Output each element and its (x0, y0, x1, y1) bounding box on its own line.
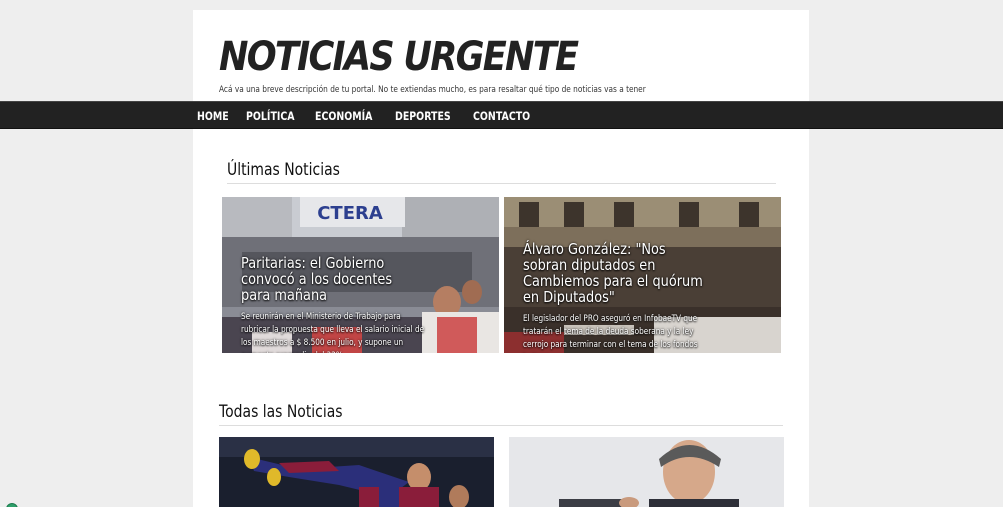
nav-item-home[interactable]: HOME (197, 109, 229, 123)
nav-list: HOME POLÍTICA ECONOMÍA DEPORTES CONTACTO (197, 102, 553, 130)
latest-news-card[interactable]: Álvaro González: "Nos sobran diputados e… (504, 197, 781, 353)
card-excerpt: El legislador del PRO aseguró en Infobae… (523, 314, 698, 350)
site-title[interactable]: NOTICIAS URGENTE (219, 34, 579, 80)
news-thumbnail-sports[interactable] (219, 437, 494, 507)
nav-item-deportes[interactable]: DEPORTES (395, 109, 451, 123)
all-news-heading: Todas las Noticias (219, 402, 343, 422)
chat-icon[interactable] (6, 503, 18, 507)
card-headline[interactable]: Álvaro González: "Nos sobran diputados e… (523, 241, 704, 305)
latest-news-divider (227, 183, 776, 184)
card-excerpt: Se reunirán en el Ministerio de Trabajo … (241, 312, 425, 353)
site-description: Acá va una breve descripción de tu porta… (219, 85, 646, 95)
card-caption: Álvaro González: "Nos sobran diputados e… (523, 241, 739, 353)
latest-news-card[interactable]: CTERA Paritarias: el Gobierno convocó a … (222, 197, 499, 353)
news-thumbnail-economy[interactable] (509, 437, 784, 507)
card-headline[interactable]: Paritarias: el Gobierno convocó a los do… (241, 255, 422, 303)
nav-item-politica[interactable]: POLÍTICA (246, 109, 295, 123)
all-news-divider (219, 425, 783, 426)
latest-news-heading: Últimas Noticias (227, 160, 340, 180)
card-caption: Paritarias: el Gobierno convocó a los do… (241, 255, 457, 353)
nav-item-economia[interactable]: ECONOMÍA (315, 109, 372, 123)
main-navbar: HOME POLÍTICA ECONOMÍA DEPORTES CONTACTO (0, 101, 1003, 129)
news-photo-minister (509, 437, 784, 507)
ctera-banner-text: CTERA (317, 203, 383, 224)
nav-item-contacto[interactable]: CONTACTO (473, 109, 530, 123)
news-photo-football (219, 437, 494, 507)
